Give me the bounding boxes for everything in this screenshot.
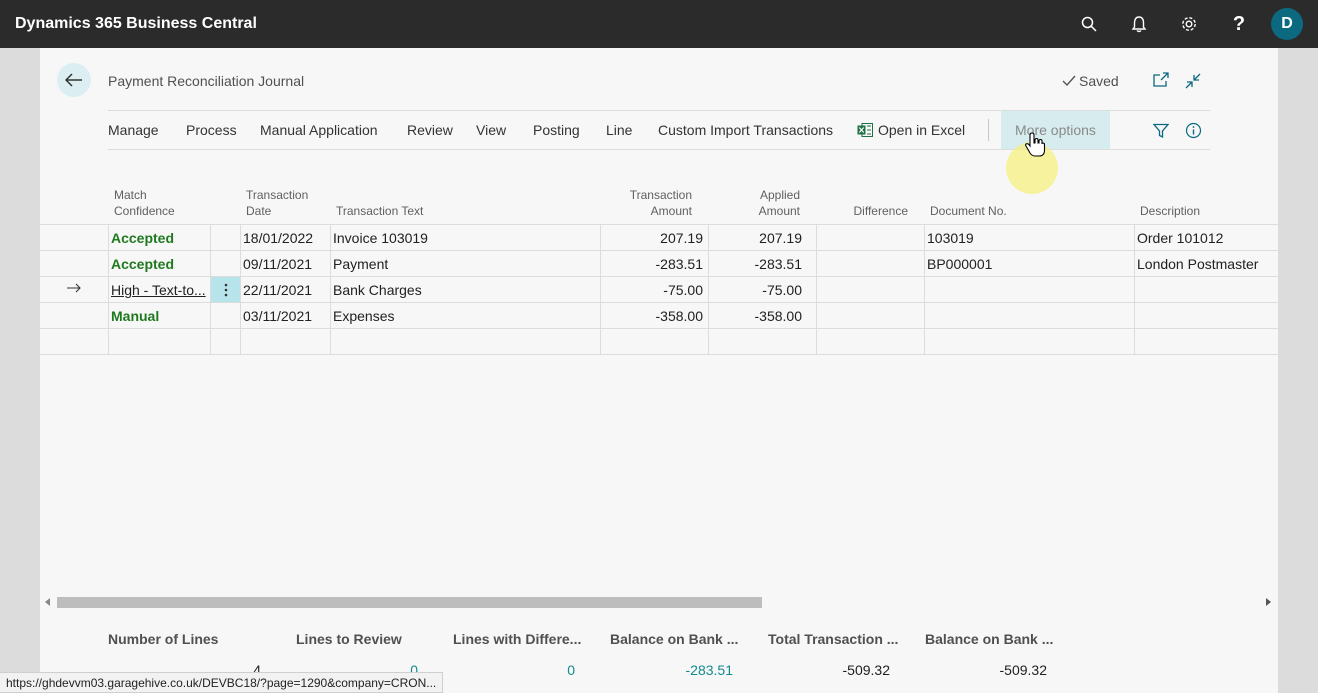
description-cell[interactable]: London Postmaster [1137,251,1277,277]
excel-icon [857,123,873,137]
open-in-excel-label: Open in Excel [878,122,966,138]
row-indicator-arrow-icon [67,283,81,293]
page-sheet: Payment Reconciliation Journal Saved Man… [40,48,1278,693]
col-divider [816,224,817,354]
action-manual-application[interactable]: Manual Application [260,111,378,149]
transaction-text-cell[interactable]: Expenses [333,303,394,329]
col-applied-amount[interactable]: Applied Amount [708,187,800,219]
col-transaction-date[interactable]: Transaction Date [246,187,308,219]
cue-lines-to-review-label: Lines to Review [296,631,402,647]
saved-label: Saved [1079,73,1119,89]
top-bar: Dynamics 365 Business Central ? D [0,0,1318,48]
divider [988,119,989,141]
app-title[interactable]: Dynamics 365 Business Central [15,15,257,33]
col-document-no[interactable]: Document No. [930,203,1007,219]
col-divider [600,224,601,354]
document-no-cell[interactable]: 103019 [927,225,974,251]
cue-lines-with-difference-label: Lines with Differe... [453,631,582,647]
col-match-confidence[interactable]: Match Confidence [114,187,175,219]
match-confidence-link[interactable]: High - Text-to... [111,277,209,303]
action-open-in-excel[interactable]: Open in Excel [857,111,965,149]
col-difference[interactable]: Difference [816,203,908,219]
transaction-text-cell[interactable]: Invoice 103019 [333,225,428,251]
bell-icon[interactable] [1114,0,1164,48]
action-custom-import-transactions[interactable]: Custom Import Transactions [658,111,833,149]
row-menu-button[interactable] [211,277,240,302]
page-title: Payment Reconciliation Journal [108,73,305,89]
scroll-left-icon[interactable] [45,598,51,606]
search-icon[interactable] [1064,0,1114,48]
transaction-date-cell[interactable]: 18/01/2022 [243,225,313,251]
col-description[interactable]: Description [1140,203,1200,219]
applied-amount-cell[interactable]: 207.19 [711,225,802,251]
applied-amount-cell[interactable]: -75.00 [711,277,802,303]
transaction-amount-cell[interactable]: -358.00 [603,303,703,329]
transaction-amount-cell[interactable]: -75.00 [603,277,703,303]
col-transaction-text[interactable]: Transaction Text [336,203,423,219]
transaction-date-cell[interactable]: 09/11/2021 [243,251,312,277]
col-divider [924,224,925,354]
col-transaction-amount[interactable]: Transaction Amount [600,187,692,219]
gear-icon[interactable] [1164,0,1214,48]
browser-status-url: https://ghdevvm03.garagehive.co.uk/DEVBC… [0,672,444,693]
cue-total-transaction-label: Total Transaction ... [768,631,899,647]
arrow-left-icon [65,73,82,87]
collapse-icon[interactable] [1184,72,1202,90]
more-options-button[interactable]: More options [1001,111,1110,149]
action-review[interactable]: Review [407,111,453,149]
applied-amount-cell[interactable]: -283.51 [711,251,802,277]
saved-status: Saved [1062,73,1119,89]
match-confidence-cell[interactable]: Accepted [111,251,174,277]
action-line[interactable]: Line [606,111,632,149]
header-icons [1152,72,1202,90]
background-left [0,48,40,693]
checkmark-icon [1062,75,1076,87]
col-divider [708,224,709,354]
col-divider [1134,224,1135,354]
cue-balance-on-bank-label: Balance on Bank ... [610,631,739,647]
transaction-amount-cell[interactable]: -283.51 [603,251,703,277]
cue-balance-on-bank-value: -509.32 [999,662,1047,678]
help-icon[interactable]: ? [1214,0,1264,48]
horizontal-scrollbar[interactable] [40,594,1278,610]
action-manage[interactable]: Manage [108,111,159,149]
open-new-window-icon[interactable] [1152,72,1170,88]
col-divider [108,224,109,354]
col-divider [240,224,241,354]
match-confidence-cell[interactable]: Manual [111,303,159,329]
row-divider [40,354,1278,355]
scroll-right-icon[interactable] [1266,598,1272,606]
action-posting[interactable]: Posting [533,111,580,149]
cue-total-transaction-value: -509.32 [842,662,890,678]
transaction-date-cell[interactable]: 22/11/2021 [243,277,312,303]
col-divider [330,224,331,354]
transaction-date-cell[interactable]: 03/11/2021 [243,303,312,329]
cue-number-of-lines-label: Number of Lines [108,631,219,647]
match-confidence-cell[interactable]: Accepted [111,225,174,251]
avatar[interactable]: D [1271,8,1303,40]
top-icons: ? D [1064,0,1310,48]
filter-icon[interactable] [1153,123,1169,139]
transaction-text-cell[interactable]: Payment [333,251,388,277]
cue-balance-on-bank-value[interactable]: -283.51 [632,662,733,678]
transaction-amount-cell[interactable]: 207.19 [603,225,703,251]
info-icon[interactable] [1185,122,1202,139]
description-cell[interactable]: Order 101012 [1137,225,1277,251]
cue-lines-with-difference-value[interactable]: 0 [475,662,575,678]
user-avatar-wrap: D [1264,0,1310,48]
hand-cursor-icon [1025,132,1046,157]
applied-amount-cell[interactable]: -358.00 [711,303,802,329]
action-view[interactable]: View [476,111,506,149]
action-process[interactable]: Process [186,111,237,149]
transaction-text-cell[interactable]: Bank Charges [333,277,422,303]
background-right [1278,48,1318,693]
more-vertical-icon [224,283,227,296]
back-button[interactable] [57,63,91,97]
cue-balance-on-bank-label: Balance on Bank ... [925,631,1054,647]
document-no-cell[interactable]: BP000001 [927,251,992,277]
scrollbar-thumb[interactable] [57,597,762,608]
